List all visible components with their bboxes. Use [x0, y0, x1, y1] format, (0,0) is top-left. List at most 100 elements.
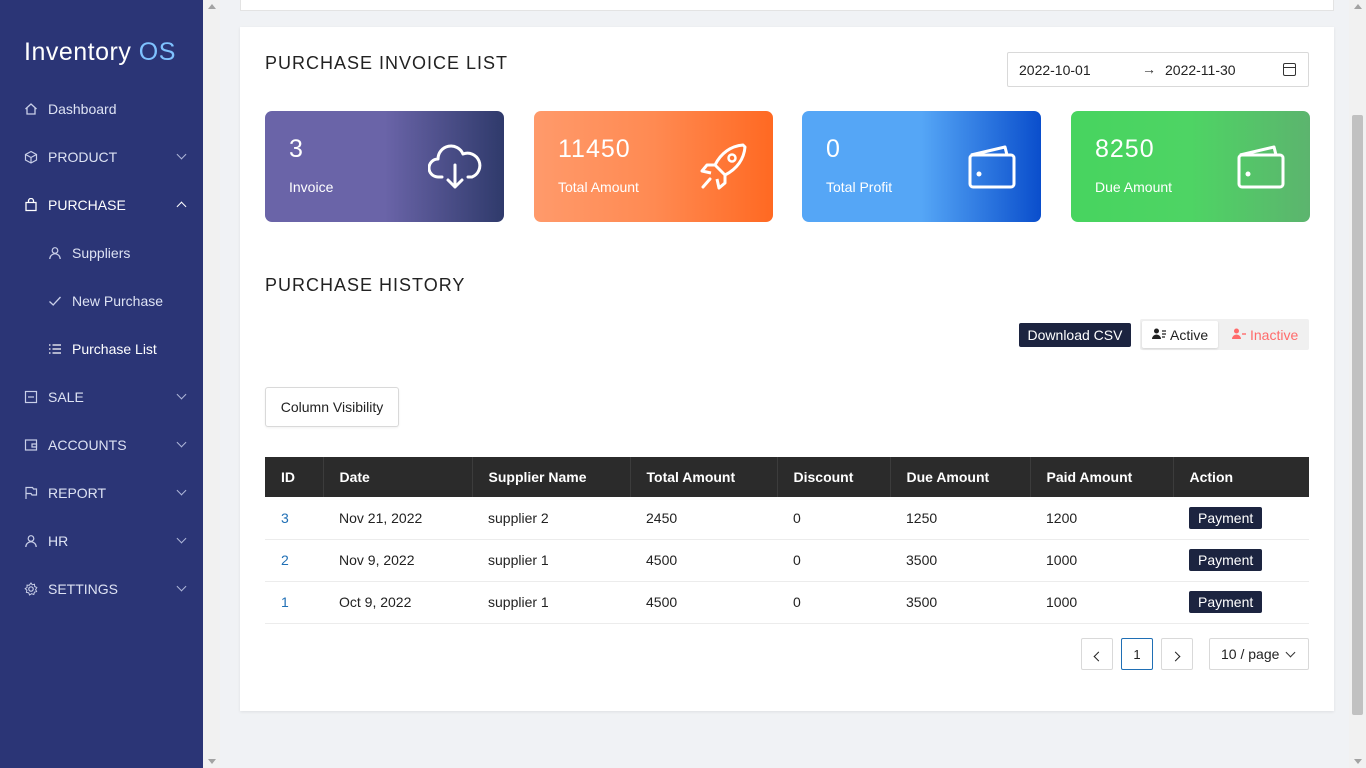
page-scrollbar[interactable] — [1349, 0, 1366, 768]
column-header-id[interactable]: ID — [265, 457, 324, 497]
payment-button[interactable]: Payment — [1189, 506, 1263, 529]
page-title: PURCHASE INVOICE LIST — [265, 53, 509, 73]
invoice-id-link[interactable]: 3 — [265, 497, 323, 540]
table-row: 2 Nov 9, 2022 supplier 1 4500 0 3500 100… — [265, 539, 1309, 582]
cell-date: Oct 9, 2022 — [323, 581, 472, 624]
end-date-input[interactable]: 2022-11-30 — [1165, 62, 1236, 78]
cell-total: 4500 — [630, 539, 777, 582]
flag-icon — [24, 486, 38, 500]
user-icon — [24, 534, 38, 548]
sidebar-item-hr[interactable]: HR — [0, 521, 203, 561]
sidebar-item-new-purchase[interactable]: New Purchase — [0, 281, 203, 321]
payment-button[interactable]: Payment — [1189, 549, 1263, 571]
sidebar-item-purchase[interactable]: PURCHASE — [0, 185, 203, 225]
scroll-up-icon[interactable] — [1354, 4, 1362, 9]
sidebar-item-settings[interactable]: SETTINGS — [0, 569, 203, 609]
cell-discount: 0 — [777, 581, 890, 624]
sidebar-item-suppliers[interactable]: Suppliers — [0, 233, 203, 273]
user-check-icon — [1152, 328, 1166, 342]
cell-paid: 1000 — [1030, 581, 1173, 624]
stat-label: Total Profit — [826, 179, 893, 195]
payment-button[interactable]: Payment — [1189, 591, 1263, 613]
cell-supplier: supplier 1 — [472, 539, 630, 582]
gear-icon — [24, 582, 38, 596]
arrow-right-icon: → — [1142, 61, 1156, 77]
user-minus-icon — [1232, 328, 1246, 342]
column-header-date[interactable]: Date — [323, 457, 473, 497]
scroll-up-icon[interactable] — [208, 4, 216, 9]
column-visibility-button[interactable]: Column Visibility — [265, 387, 399, 427]
calendar-icon[interactable] — [1283, 63, 1296, 76]
status-toggle: Active Inactive — [1140, 319, 1309, 350]
chevron-right-icon — [1170, 651, 1181, 661]
sidebar-item-dashboard[interactable]: Dashboard — [0, 89, 203, 129]
wallet-icon — [1237, 145, 1285, 189]
sidebar-item-label: HR — [48, 533, 69, 549]
sidebar-item-sale[interactable]: SALE — [0, 377, 203, 417]
cell-due: 3500 — [890, 539, 1030, 582]
sidebar-item-label: REPORT — [48, 485, 107, 501]
stat-label: Due Amount — [1095, 179, 1173, 195]
sidebar-item-label: ACCOUNTS — [48, 437, 127, 453]
sidebar-item-accounts[interactable]: ACCOUNTS — [0, 425, 203, 465]
pagination-prev-button[interactable] — [1081, 638, 1113, 670]
cell-paid: 1000 — [1030, 539, 1173, 582]
cell-discount: 0 — [777, 497, 890, 540]
sidebar-item-report[interactable]: REPORT — [0, 473, 203, 513]
cell-paid: 1200 — [1030, 497, 1173, 540]
column-header-discount[interactable]: Discount — [777, 457, 891, 497]
start-date-input[interactable]: 2022-10-01 — [1019, 62, 1091, 78]
sidebar-item-label: New Purchase — [72, 293, 164, 309]
chevron-left-icon — [1093, 651, 1104, 661]
sidebar-item-label: Dashboard — [48, 101, 117, 117]
cell-action: Payment — [1173, 539, 1309, 582]
active-toggle-button[interactable]: Active — [1142, 321, 1219, 348]
cell-discount: 0 — [777, 539, 890, 582]
chevron-down-icon — [1285, 647, 1296, 658]
minus-box-icon — [24, 390, 38, 404]
cell-date: Nov 9, 2022 — [323, 539, 472, 582]
sidebar-scrollbar[interactable] — [203, 0, 220, 768]
page-size-select[interactable]: 10 / page — [1209, 638, 1309, 670]
purchase-history-table: ID Date Supplier Name Total Amount Disco… — [265, 457, 1309, 624]
active-label: Active — [1170, 326, 1209, 343]
chevron-down-icon — [176, 485, 187, 496]
rocket-icon — [700, 143, 747, 190]
invoice-id-link[interactable]: 1 — [265, 581, 323, 624]
cell-total: 4500 — [630, 581, 777, 624]
stat-value: 0 — [826, 135, 841, 163]
column-header-action: Action — [1173, 457, 1309, 497]
sidebar-item-purchase-list[interactable]: Purchase List — [0, 329, 203, 369]
inactive-toggle-button[interactable]: Inactive — [1222, 321, 1308, 348]
chevron-down-icon — [176, 437, 187, 448]
column-header-supplier[interactable]: Supplier Name — [472, 457, 631, 497]
cloud-download-icon — [428, 144, 482, 189]
user-icon — [48, 246, 62, 260]
sidebar-item-product[interactable]: PRODUCT — [0, 137, 203, 177]
sidebar-item-label: PRODUCT — [48, 149, 118, 165]
pagination-next-button[interactable] — [1161, 638, 1193, 670]
cell-supplier: supplier 2 — [472, 497, 630, 540]
date-range-picker[interactable]: 2022-10-01 → 2022-11-30 — [1007, 52, 1309, 87]
wallet-icon — [24, 438, 38, 452]
sidebar-item-label: SETTINGS — [48, 581, 119, 597]
column-header-due[interactable]: Due Amount — [890, 457, 1031, 497]
pagination-page-button[interactable]: 1 — [1121, 638, 1153, 670]
table-row: 3 Nov 21, 2022 supplier 2 2450 0 1250 12… — [265, 497, 1309, 540]
chevron-down-icon — [176, 533, 187, 544]
scroll-thumb[interactable] — [1352, 115, 1363, 715]
column-header-paid[interactable]: Paid Amount — [1030, 457, 1174, 497]
scroll-down-icon[interactable] — [1354, 759, 1362, 764]
page-size-value: 10 / page — [1221, 646, 1280, 662]
stat-value: 8250 — [1095, 135, 1155, 163]
invoice-id-link[interactable]: 2 — [265, 539, 323, 582]
column-header-total[interactable]: Total Amount — [630, 457, 778, 497]
stat-label: Invoice — [289, 179, 334, 195]
app-logo[interactable]: Inventory OS — [24, 38, 176, 67]
logo-main: Inventory — [24, 38, 132, 66]
sidebar: Inventory OS Dashboard PRODUCT PURCHASE … — [0, 0, 203, 768]
list-icon — [48, 342, 62, 356]
download-csv-button[interactable]: Download CSV — [1019, 323, 1131, 347]
scroll-down-icon[interactable] — [208, 759, 216, 764]
sidebar-item-label: Suppliers — [72, 245, 131, 261]
